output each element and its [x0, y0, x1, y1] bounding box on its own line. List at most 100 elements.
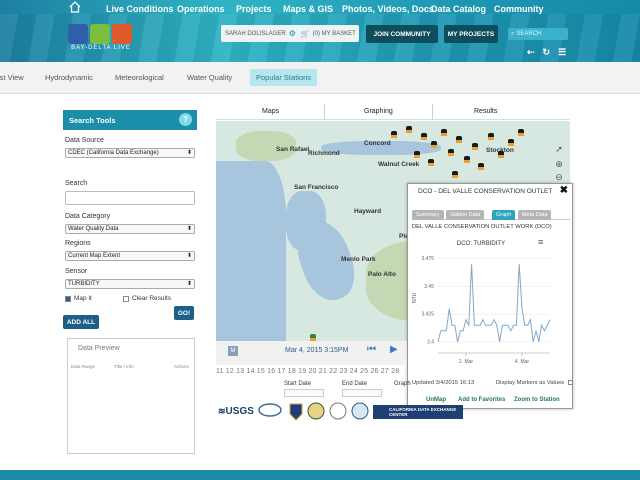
tab-water-quality[interactable]: Water Quality: [187, 73, 232, 82]
station-marker[interactable]: [464, 156, 470, 163]
chart-menu-icon[interactable]: ≡: [538, 237, 543, 247]
station-marker[interactable]: [478, 163, 484, 170]
back-arrow-icon[interactable]: ⇠: [527, 47, 535, 58]
preview-col-title: Title / Info: [114, 364, 134, 369]
y-tick-label: 3.475: [421, 256, 434, 262]
city-label: San Rafael: [276, 146, 310, 153]
basket-link[interactable]: (0) MY BASKET: [313, 31, 356, 37]
m-button[interactable]: M: [228, 346, 238, 356]
subtab-maps[interactable]: Maps: [262, 108, 279, 115]
station-marker[interactable]: [448, 149, 454, 156]
search-field[interactable]: [65, 191, 195, 205]
station-marker[interactable]: [452, 171, 458, 178]
station-marker[interactable]: [391, 131, 397, 138]
popup-tab-station-data[interactable]: Station Data: [446, 210, 485, 220]
timeline-days[interactable]: 11 12 13 14 15 16 17 18 19 20 21 22 23 2…: [216, 368, 406, 375]
go-button[interactable]: GO!: [174, 306, 194, 320]
clear-results-checkbox[interactable]: Clear Results: [123, 295, 171, 302]
home-icon[interactable]: [68, 0, 82, 14]
join-community-button[interactable]: JOIN COMMUNITY: [366, 25, 438, 43]
popup-subtitle: DEL VALLE CONSERVATION OUTLET WORK (DCO): [412, 224, 552, 230]
station-marker[interactable]: [406, 126, 412, 133]
nav-projects[interactable]: Projects: [236, 4, 272, 14]
zoom-to-station-link[interactable]: Zoom to Station: [514, 397, 560, 403]
zoom-out-icon[interactable]: ⊖: [552, 172, 566, 183]
search-placeholder: SEARCH: [516, 31, 542, 37]
partner-seal-logo: [258, 403, 282, 417]
close-icon[interactable]: ✖: [560, 185, 568, 196]
station-marker[interactable]: [508, 139, 514, 146]
station-marker[interactable]: [472, 143, 478, 150]
search-input[interactable]: ⌕ SEARCH: [508, 28, 568, 40]
station-marker[interactable]: [441, 129, 447, 136]
help-icon[interactable]: ?: [179, 113, 192, 126]
station-marker[interactable]: [310, 334, 316, 341]
user-name[interactable]: SARAH DOLISLAGER: [225, 31, 286, 37]
data-source-select[interactable]: CDEC (California Data Exchange): [65, 148, 195, 158]
settings-icon[interactable]: ⚙: [289, 29, 296, 38]
display-values-toggle[interactable]: Display Markers as Values: [496, 380, 573, 386]
checkbox-unchecked[interactable]: [567, 380, 573, 385]
nav-data-catalog[interactable]: Data Catalog: [431, 4, 486, 14]
site-logo[interactable]: BAY-DELTA LIVE: [68, 24, 134, 54]
popup-tab-graph[interactable]: Graph: [492, 210, 516, 220]
tab-list-view[interactable]: ist View: [0, 73, 24, 82]
play-icon[interactable]: ▶: [390, 344, 398, 355]
view-subtabs: Maps Graphing Results: [216, 104, 570, 120]
clear-results-label: Clear Results: [132, 295, 172, 302]
data-source-label: Data Source: [65, 137, 104, 144]
nav-maps-gis[interactable]: Maps & GIS: [283, 4, 333, 14]
end-date-input[interactable]: [342, 389, 382, 397]
regions-select[interactable]: Current Map Extent: [65, 251, 195, 261]
popup-tab-meta-data[interactable]: Meta Data: [518, 210, 552, 220]
data-category-label: Data Category: [65, 213, 111, 220]
nav-community[interactable]: Community: [494, 4, 544, 14]
logo-tile-green: [90, 24, 110, 44]
search-tools-header: Search Tools ?: [63, 110, 197, 130]
header-tools: ⇠ ↻ ☰: [527, 47, 566, 58]
logo-tile-blue: [68, 24, 88, 44]
checkbox-unchecked[interactable]: [123, 295, 129, 302]
popup-tab-summary[interactable]: Summary: [412, 210, 444, 220]
turbidity-chart: DCO: TURBIDITY ≡ NTU 3.4 3.425 3.45 3.475 2.…: [408, 233, 574, 373]
station-marker[interactable]: [518, 129, 524, 136]
data-category-select[interactable]: Water Quality Data: [65, 224, 195, 234]
tab-hydrodynamic[interactable]: Hydrodynamic: [45, 73, 93, 82]
checkbox-checked[interactable]: [65, 295, 71, 302]
menu-icon[interactable]: ☰: [558, 47, 566, 58]
station-marker[interactable]: [488, 133, 494, 140]
nav-photos-videos-docs[interactable]: Photos, Videos, Docs: [342, 4, 434, 14]
my-projects-button[interactable]: MY PROJECTS: [444, 25, 498, 43]
basket-icon[interactable]: 🛒: [301, 30, 310, 38]
station-marker[interactable]: [456, 136, 462, 143]
station-marker[interactable]: [421, 133, 427, 140]
user-bar[interactable]: SARAH DOLISLAGER ⚙ 🛒 (0) MY BASKET: [221, 25, 359, 42]
chart-title: DCO: TURBIDITY: [457, 241, 505, 247]
cdec-logo-text: CALIFORNIA DATA EXCHANGE CENTER: [389, 407, 457, 417]
sensor-select[interactable]: TURBIDITY: [65, 279, 195, 289]
tab-popular-stations[interactable]: Popular Stations: [250, 69, 318, 86]
cursor-icon[interactable]: ➚: [552, 144, 566, 155]
search-icon: ⌕: [511, 30, 515, 37]
station-marker[interactable]: [414, 151, 420, 158]
station-marker[interactable]: [428, 159, 434, 166]
station-marker[interactable]: [431, 141, 437, 148]
zoom-in-icon[interactable]: ⊕: [552, 159, 566, 170]
tab-meteorological[interactable]: Meteorological: [115, 73, 164, 82]
subtab-divider: [432, 104, 433, 120]
start-date-label: Start Date: [284, 381, 312, 387]
add-all-button[interactable]: ADD ALL: [63, 315, 99, 329]
popup-updated: Updated 3/4/2015 16:13: [412, 380, 475, 386]
map-it-checkbox[interactable]: Map it: [65, 295, 92, 302]
usgs-logo: ≋USGS: [218, 406, 254, 417]
subtab-results[interactable]: Results: [474, 108, 497, 115]
station-marker[interactable]: [498, 151, 504, 158]
search-tools-title: Search Tools: [69, 116, 116, 125]
refresh-icon[interactable]: ↻: [543, 47, 551, 58]
subtab-graphing[interactable]: Graphing: [364, 108, 393, 115]
start-date-input[interactable]: [284, 389, 324, 397]
nav-operations[interactable]: Operations: [177, 4, 225, 14]
skip-back-icon[interactable]: ⏮: [367, 344, 376, 355]
nav-live-conditions[interactable]: Live Conditions: [106, 4, 174, 14]
logo-text: BAY-DELTA LIVE: [71, 45, 131, 51]
